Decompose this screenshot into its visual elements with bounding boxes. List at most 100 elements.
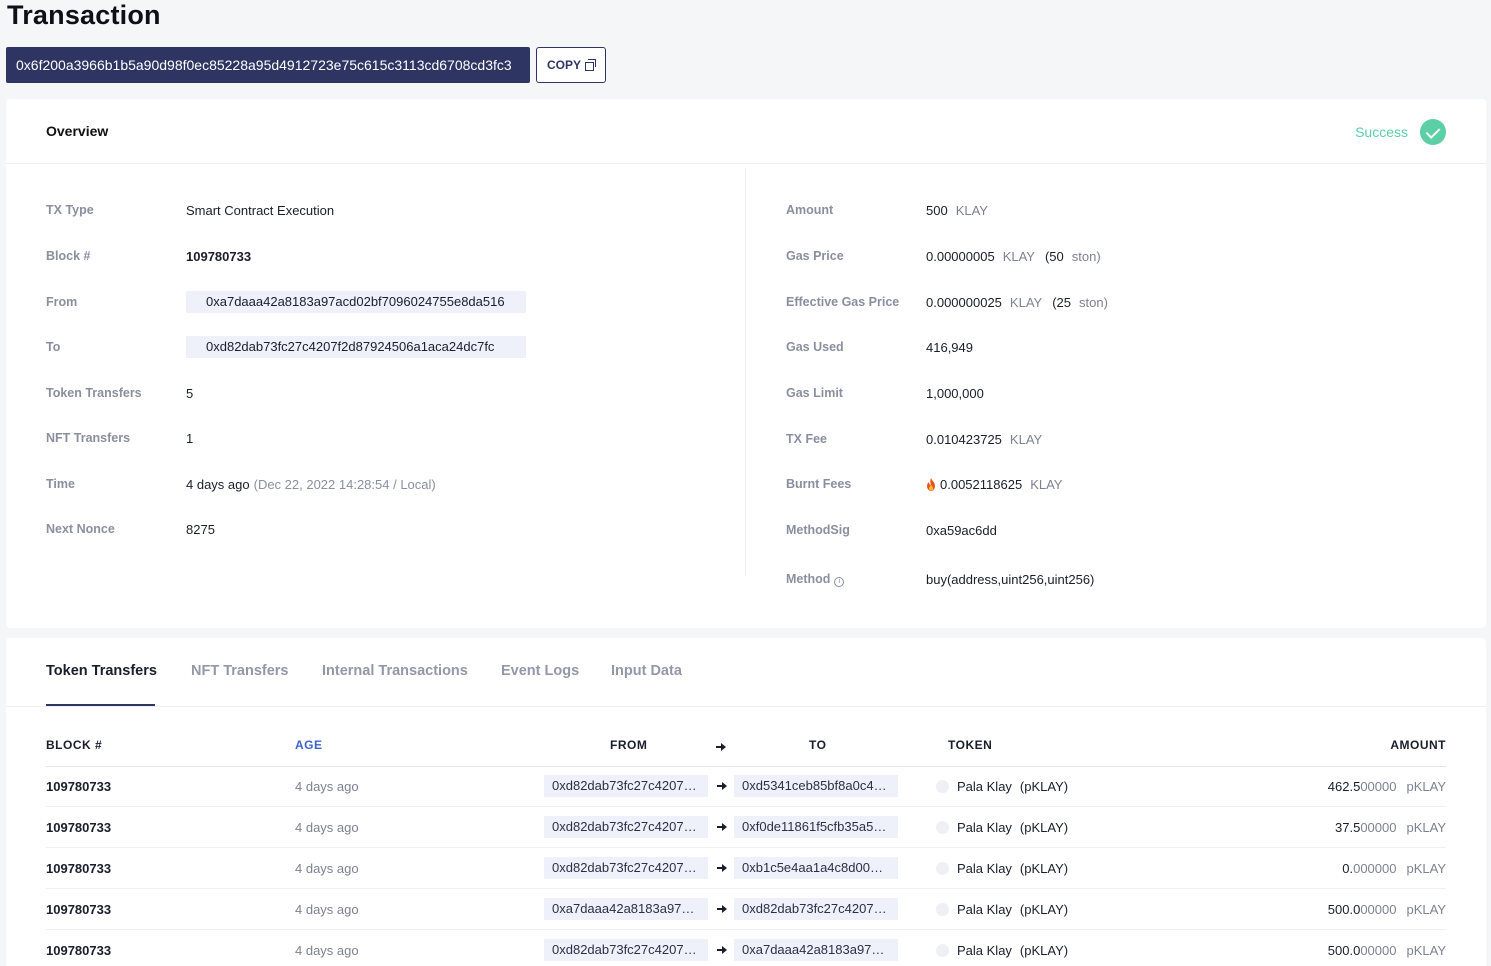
header-age[interactable]: AGE <box>295 738 323 752</box>
header-token: TOKEN <box>948 738 993 752</box>
tab-internal-transactions[interactable]: Internal Transactions <box>322 663 468 679</box>
token-transfers-label: Token Transfers <box>46 386 142 400</box>
copy-icon <box>585 59 596 71</box>
row-amount-decimals: 00000 <box>1360 901 1397 917</box>
time-detail: (Dec 22, 2022 14:28:54 / Local) <box>253 476 436 492</box>
header-arrow <box>716 740 726 754</box>
row-amount-main: 500.0 <box>1327 901 1361 917</box>
arrow-right-icon <box>717 782 727 790</box>
row-amount-decimals: 000000 <box>1353 860 1397 876</box>
row-token-name: Pala Klay <box>957 860 1012 876</box>
row-amount: 37.5 00000 pKLAY <box>1335 807 1446 847</box>
info-icon[interactable]: i <box>834 576 845 587</box>
tx-fee-value: 0.010423725 KLAY <box>926 432 1042 447</box>
block-value[interactable]: 109780733 <box>186 249 251 264</box>
row-token[interactable]: Pala Klay (pKLAY) <box>936 807 1068 847</box>
arrow-right-icon <box>716 743 726 751</box>
row-token-name: Pala Klay <box>957 942 1012 958</box>
row-to-address[interactable]: 0xf0de11861f5cfb35a5e… <box>734 816 898 838</box>
from-label: From <box>46 295 78 309</box>
row-token-symbol: (pKLAY) <box>1019 942 1069 958</box>
row-arrow <box>716 848 728 888</box>
table-row: 109780733 4 days ago 0xd82dab73fc27c4207f…… <box>46 807 1446 848</box>
overview-header: Overview Success <box>6 99 1486 164</box>
arrow-right-icon <box>717 864 727 872</box>
row-from-address[interactable]: 0xd82dab73fc27c4207f… <box>544 857 708 879</box>
tab-event-logs[interactable]: Event Logs <box>501 663 579 679</box>
row-token[interactable]: Pala Klay (pKLAY) <box>936 930 1068 966</box>
gas-price-label: Gas Price <box>786 249 844 263</box>
status-text: Success <box>1355 124 1408 140</box>
burnt-fees-label: Burnt Fees <box>786 477 852 491</box>
effective-gas-price-value: 0.000000025 KLAY (25 ston) <box>926 295 1108 310</box>
gas-price-number: 0.00000005 <box>926 248 995 264</box>
row-to-address[interactable]: 0xd82dab73fc27c4207f… <box>734 898 898 920</box>
row-amount-unit: pKLAY <box>1406 778 1446 794</box>
header-from: FROM <box>610 738 648 752</box>
row-block[interactable]: 109780733 <box>46 848 111 888</box>
row-token[interactable]: Pala Klay (pKLAY) <box>936 848 1068 888</box>
from-address[interactable]: 0xa7daaa42a8183a97acd02bf7096024755e8da5… <box>186 291 526 313</box>
to-address[interactable]: 0xd82dab73fc27c4207f2d87924506a1aca24dc7… <box>186 336 526 358</box>
row-from-address[interactable]: 0xd82dab73fc27c4207f… <box>544 816 708 838</box>
burnt-fees-value: 0.0052118625 KLAY <box>926 477 1062 492</box>
row-age: 4 days ago <box>295 860 359 876</box>
row-block[interactable]: 109780733 <box>46 807 111 847</box>
row-to-address[interactable]: 0xa7daaa42a8183a97ac… <box>734 939 898 961</box>
amount-number: 500 <box>926 202 948 218</box>
overview-card: Overview Success TX Type Smart Contract … <box>6 99 1486 628</box>
row-to-cell: 0xd82dab73fc27c4207f… <box>734 889 898 929</box>
row-from-cell: 0xd82dab73fc27c4207f… <box>544 848 708 888</box>
row-amount-decimals: 00000 <box>1360 778 1397 794</box>
token-icon <box>936 820 949 834</box>
tx-fee-unit: KLAY <box>1009 431 1043 447</box>
method-value: buy(address,uint256,uint256) <box>926 571 1095 587</box>
row-amount-main: 500.0 <box>1327 942 1361 958</box>
block-label: Block # <box>46 249 91 263</box>
time-label: Time <box>46 477 75 491</box>
header-amount: AMOUNT <box>1390 738 1446 752</box>
tab-token-transfers[interactable]: Token Transfers <box>46 663 157 679</box>
copy-button[interactable]: COPY <box>536 47 606 83</box>
page-title: Transaction <box>7 0 161 30</box>
effective-gas-price-ston: (25 <box>1052 294 1071 310</box>
row-amount: 500.0 00000 pKLAY <box>1328 930 1446 966</box>
row-amount-decimals: 00000 <box>1360 819 1397 835</box>
row-amount-unit: pKLAY <box>1406 942 1446 958</box>
row-from-address[interactable]: 0xa7daaa42a8183a97ac… <box>544 898 708 920</box>
tab-bar: Token Transfers NFT Transfers Internal T… <box>6 638 1486 707</box>
row-amount-decimals: 00000 <box>1360 942 1397 958</box>
row-age: 4 days ago <box>295 778 359 794</box>
row-to-address[interactable]: 0xb1c5e4aa1a4c8d00a6… <box>734 857 898 879</box>
row-block[interactable]: 109780733 <box>46 889 111 929</box>
row-to-address[interactable]: 0xd5341ceb85bf8a0c4f… <box>734 775 898 797</box>
time-relative: 4 days ago <box>186 476 250 492</box>
row-arrow <box>716 766 728 806</box>
tab-input-data[interactable]: Input Data <box>611 663 682 679</box>
row-amount-main: 37.5 <box>1335 819 1361 835</box>
gas-price-value: 0.00000005 KLAY (50 ston) <box>926 249 1101 264</box>
tx-hash[interactable]: 0x6f200a3966b1b5a90d98f0ec85228a95d49127… <box>6 47 530 83</box>
row-block[interactable]: 109780733 <box>46 930 111 966</box>
row-arrow <box>716 889 728 929</box>
effective-gas-price-label: Effective Gas Price <box>786 295 900 309</box>
tx-type-value: Smart Contract Execution <box>186 202 335 218</box>
details-card: Token Transfers NFT Transfers Internal T… <box>6 638 1486 966</box>
row-block[interactable]: 109780733 <box>46 766 111 806</box>
row-token[interactable]: Pala Klay (pKLAY) <box>936 889 1068 929</box>
table-row: 109780733 4 days ago 0xd82dab73fc27c4207f…… <box>46 930 1446 966</box>
row-age: 4 days ago <box>295 901 359 917</box>
row-token-symbol: (pKLAY) <box>1019 778 1069 794</box>
tx-type-label: TX Type <box>46 203 94 217</box>
row-from-address[interactable]: 0xd82dab73fc27c4207f… <box>544 939 708 961</box>
row-amount-unit: pKLAY <box>1406 860 1446 876</box>
header-block: BLOCK # <box>46 738 103 752</box>
token-icon <box>936 779 949 793</box>
row-token[interactable]: Pala Klay (pKLAY) <box>936 766 1068 806</box>
burnt-fees-number: 0.0052118625 <box>940 476 1023 492</box>
gas-price-unit: KLAY <box>1002 248 1035 264</box>
nft-transfers-value: 1 <box>186 430 194 446</box>
method-label-wrap: Method i <box>786 572 845 587</box>
tab-nft-transfers[interactable]: NFT Transfers <box>191 663 289 679</box>
row-from-address[interactable]: 0xd82dab73fc27c4207f… <box>544 775 708 797</box>
